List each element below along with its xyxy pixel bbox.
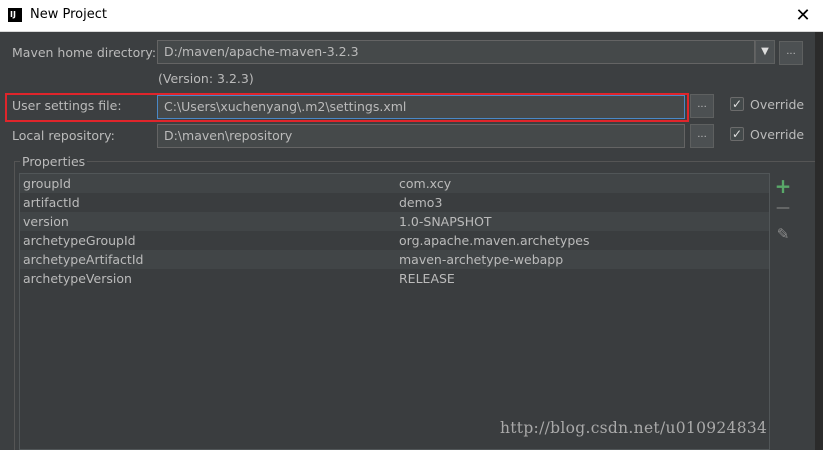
- property-value[interactable]: maven-archetype-webapp: [399, 250, 563, 269]
- window-title: New Project: [30, 7, 107, 22]
- table-row[interactable]: version 1.0-SNAPSHOT: [20, 212, 769, 231]
- user-settings-override-label: Override: [750, 97, 805, 112]
- local-repository-override-label: Override: [750, 127, 805, 142]
- table-row[interactable]: archetypeVersion RELEASE: [20, 269, 769, 288]
- edit-icon[interactable]: ✎: [774, 225, 792, 243]
- property-key: groupId: [23, 176, 71, 191]
- maven-home-browse-button[interactable]: ...: [779, 41, 803, 65]
- property-value[interactable]: RELEASE: [399, 269, 455, 288]
- table-row[interactable]: archetypeGroupId org.apache.maven.archet…: [20, 231, 769, 250]
- add-icon[interactable]: +: [774, 174, 792, 198]
- property-key: version: [23, 214, 69, 229]
- properties-table[interactable]: groupId com.xcy artifactId demo3 version…: [19, 173, 770, 450]
- property-key: artifactId: [23, 195, 80, 210]
- title-bar: IJ New Project ✕: [0, 0, 823, 32]
- user-settings-input[interactable]: C:\Users\xuchenyang\.m2\settings.xml: [157, 95, 685, 119]
- property-key: archetypeVersion: [23, 271, 132, 286]
- property-key: archetypeArtifactId: [23, 252, 144, 267]
- local-repository-input[interactable]: D:\maven\repository: [157, 124, 685, 148]
- table-row[interactable]: artifactId demo3: [20, 193, 769, 212]
- table-row[interactable]: groupId com.xcy: [20, 174, 769, 193]
- properties-title: Properties: [20, 154, 88, 169]
- watermark-text: http://blog.csdn.net/u010924834: [500, 419, 768, 437]
- local-repository-label: Local repository:: [12, 128, 115, 143]
- maven-home-combobox[interactable]: D:/maven/apache-maven-3.2.3: [157, 40, 755, 64]
- property-value[interactable]: org.apache.maven.archetypes: [399, 231, 589, 250]
- table-row[interactable]: archetypeArtifactId maven-archetype-weba…: [20, 250, 769, 269]
- property-value[interactable]: demo3: [399, 193, 442, 212]
- remove-icon[interactable]: —: [774, 200, 792, 216]
- property-key: archetypeGroupId: [23, 233, 136, 248]
- maven-home-label: Maven home directory:: [12, 45, 157, 60]
- close-button[interactable]: ✕: [791, 4, 815, 28]
- property-value[interactable]: 1.0-SNAPSHOT: [399, 212, 492, 231]
- chevron-down-icon[interactable]: ▼: [755, 40, 775, 64]
- local-repository-override-checkbox[interactable]: ✓: [730, 127, 744, 141]
- local-repository-browse-button[interactable]: ...: [690, 124, 714, 148]
- intellij-app-icon: IJ: [8, 8, 22, 22]
- property-value[interactable]: com.xcy: [399, 174, 451, 193]
- user-settings-browse-button[interactable]: ...: [690, 94, 714, 118]
- user-settings-override-checkbox[interactable]: ✓: [730, 97, 744, 111]
- background-editor-strip: [815, 32, 823, 450]
- maven-version-text: (Version: 3.2.3): [158, 71, 254, 86]
- user-settings-label: User settings file:: [12, 98, 122, 113]
